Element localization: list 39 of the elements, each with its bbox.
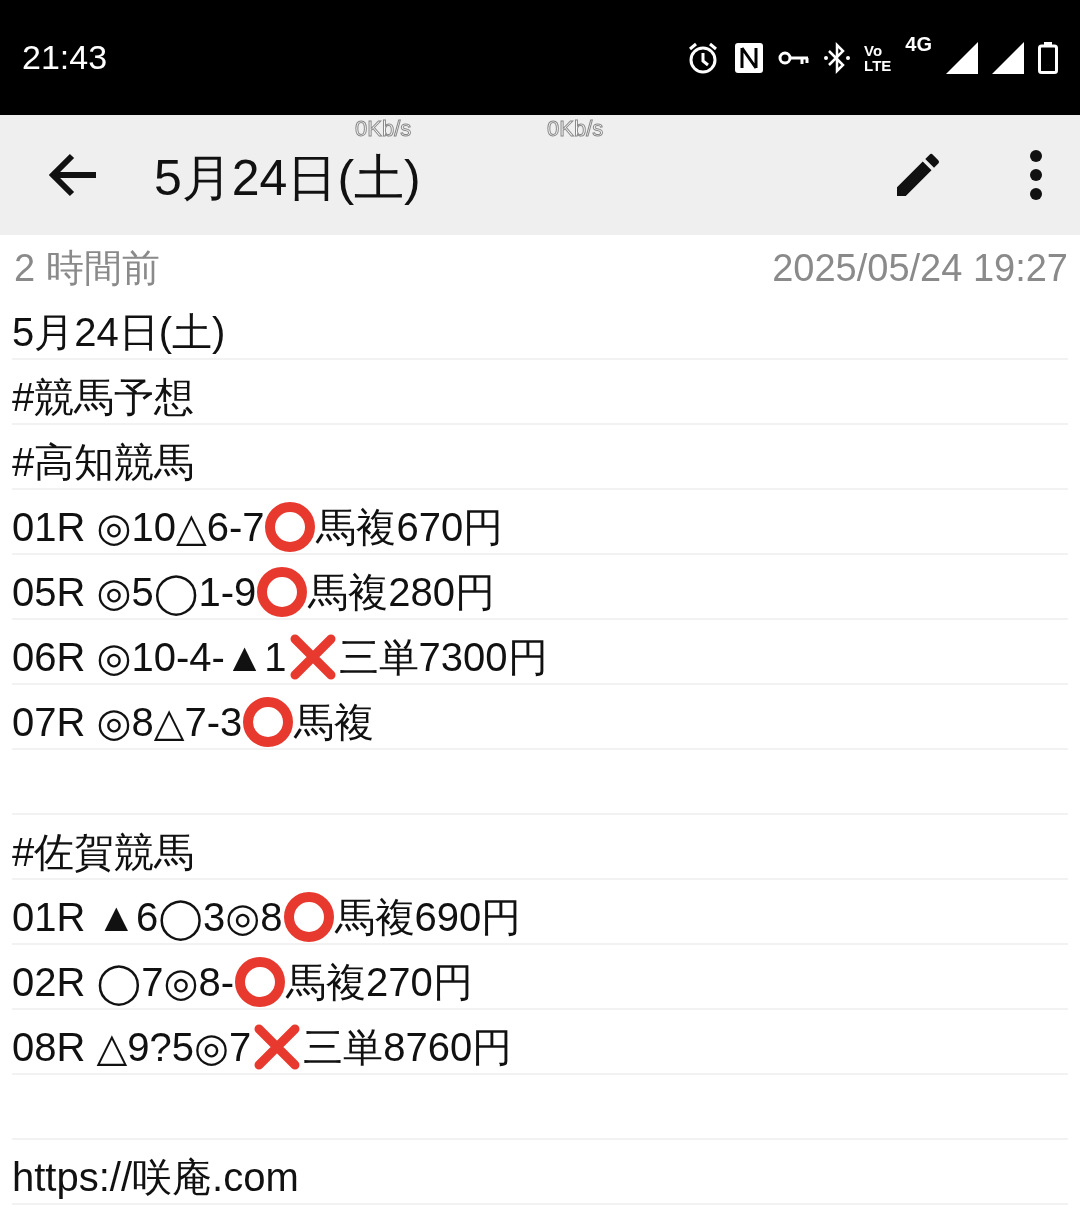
bluetooth-icon: [824, 40, 851, 75]
note-title: 5月24日(土): [154, 149, 421, 207]
network-speed: 0Kb/s: [355, 118, 412, 140]
back-arrow-icon: [48, 153, 98, 197]
ring-icon: [242, 696, 295, 748]
more-icon: [1028, 149, 1044, 201]
note-text: #競馬予想: [12, 374, 195, 421]
clock-time: 21:43: [22, 38, 109, 77]
relative-time: 2 時間前: [14, 245, 160, 291]
note-text: 06R ◎10-4-▲1: [12, 634, 287, 681]
ring-icon: [234, 956, 286, 1008]
note-text: 07R ◎8△7-3: [12, 699, 243, 746]
note-text: 01R ▲6◯3◎8: [12, 894, 283, 942]
network-type: 4G: [905, 32, 932, 56]
note-text: #佐賀競馬: [12, 829, 195, 876]
ring-icon: [264, 501, 317, 553]
note-text: 5月24日(土): [12, 309, 226, 356]
note-text: 05R ◎5◯1-9: [12, 569, 257, 617]
battery-icon: [1038, 41, 1058, 74]
note-text: 08R △9?5◎7: [12, 1024, 252, 1071]
note-text: 02R ◯7◎8-: [12, 959, 234, 1007]
note-text: #高知競馬: [12, 439, 195, 486]
note-text: 三単7300円: [338, 634, 548, 681]
ring-icon: [282, 891, 335, 943]
note-text: 馬複270円: [286, 959, 473, 1006]
signal-icon: [946, 41, 978, 74]
volte-indicator: Vo LTE: [864, 42, 892, 73]
timestamp: 2025/05/24 19:27: [772, 246, 1068, 290]
note-text: 01R ◎10△6-7: [12, 504, 265, 551]
note-text: https://咲庵.com: [12, 1154, 299, 1201]
network-speed: 0Kb/s: [547, 118, 604, 140]
note-text: 馬複280円: [308, 569, 495, 616]
signal-icon: [992, 41, 1024, 74]
nfc-icon: [734, 41, 765, 74]
note-text: 馬複: [294, 699, 375, 746]
note-text: 馬複690円: [334, 894, 522, 941]
note-text: 三単8760円: [303, 1024, 513, 1071]
ring-icon: [256, 566, 309, 618]
note-text: 馬複670円: [316, 504, 504, 551]
